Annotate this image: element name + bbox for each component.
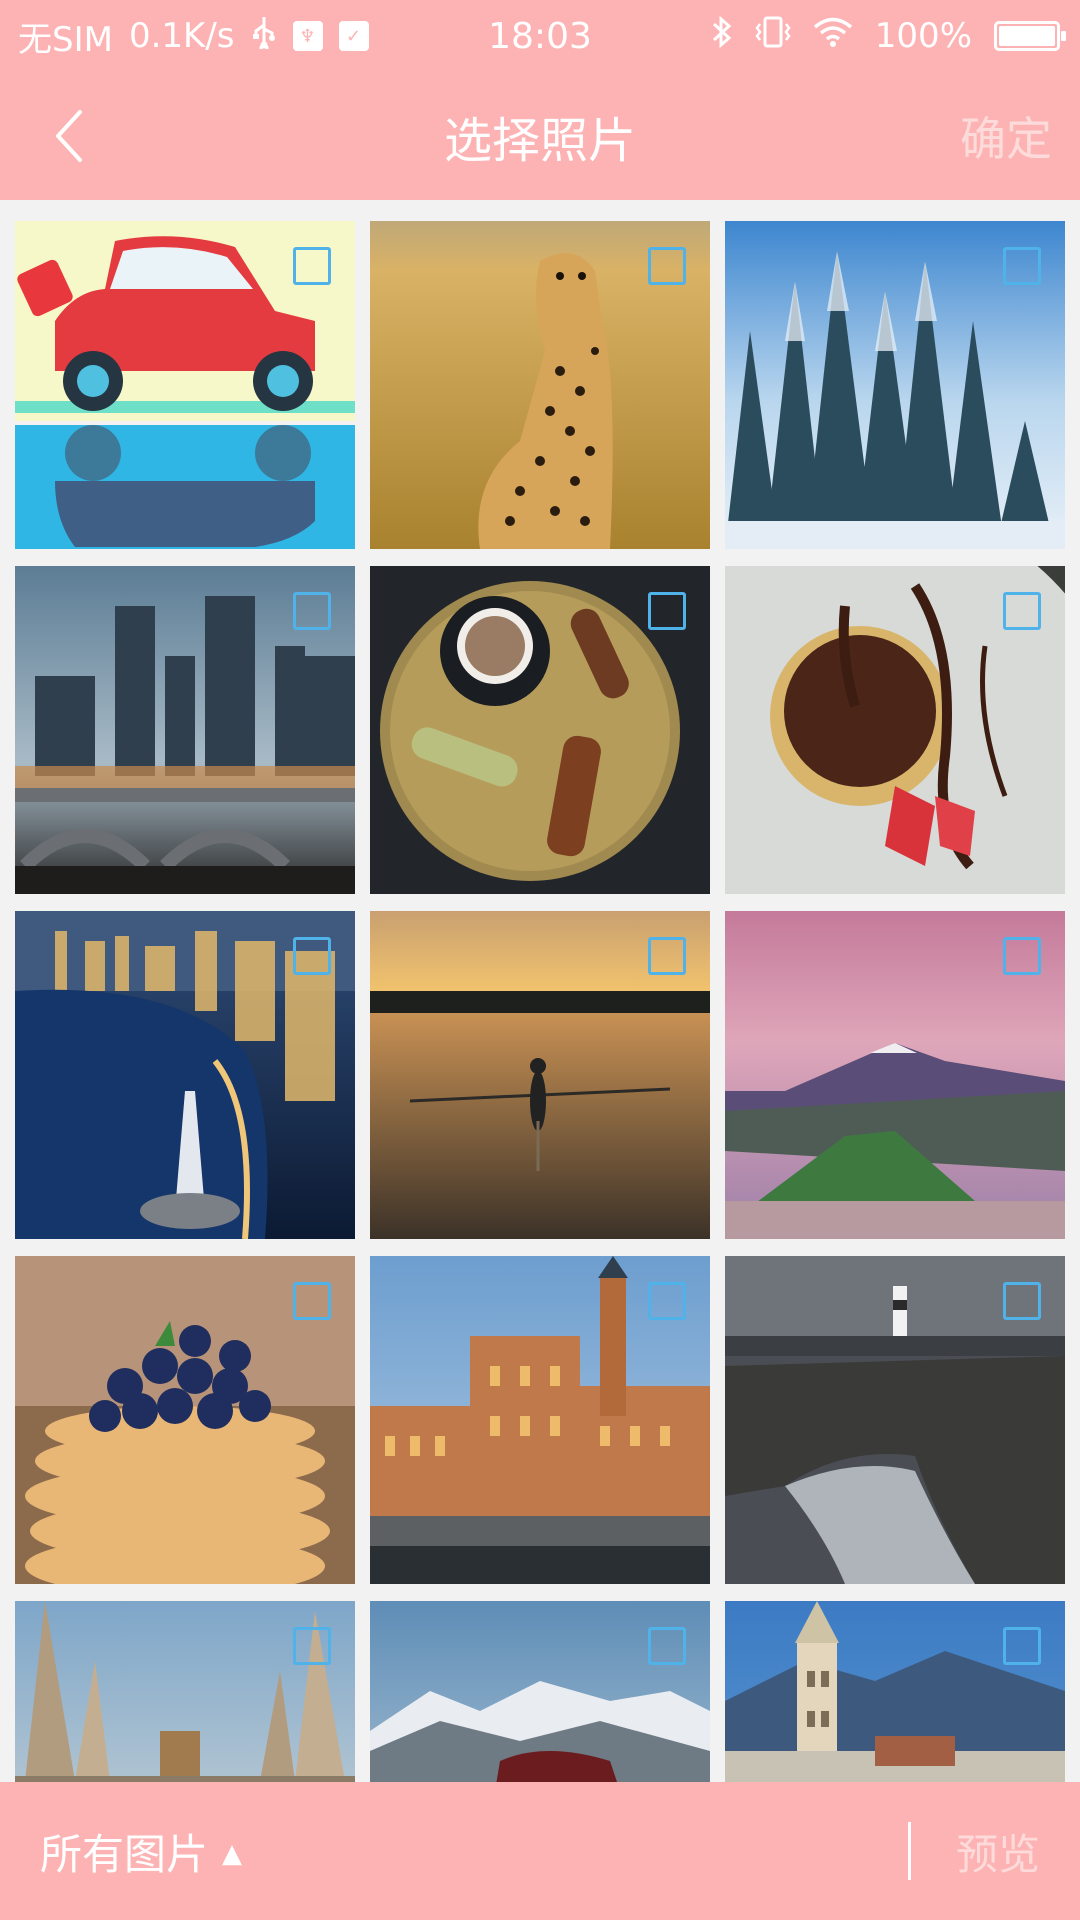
- photo-checkbox[interactable]: [648, 1282, 686, 1320]
- photo-checkbox[interactable]: [293, 247, 331, 285]
- album-label: 所有图片: [40, 1829, 209, 1879]
- photo-checkbox[interactable]: [1003, 1282, 1041, 1320]
- photo-tile-old-town[interactable]: [370, 1256, 710, 1584]
- photo-grid: [15, 221, 1065, 1782]
- usb-debug-icon: ♆: [292, 21, 323, 51]
- chevron-left-icon: [56, 110, 82, 162]
- photo-checkbox[interactable]: [1003, 937, 1041, 975]
- usb-icon: [251, 15, 277, 58]
- photo-tile-blueberry-pancakes[interactable]: [15, 1256, 355, 1584]
- confirm-button[interactable]: 确定: [960, 96, 1052, 176]
- photo-tile-volcano[interactable]: [725, 911, 1065, 1239]
- battery-percent: 100%: [874, 16, 972, 56]
- page-title: 选择照片: [443, 113, 636, 169]
- photo-checkbox[interactable]: [1003, 592, 1041, 630]
- photo-checkbox[interactable]: [1003, 247, 1041, 285]
- photo-checkbox[interactable]: [293, 592, 331, 630]
- network-speed: 0.1K/s: [128, 16, 235, 56]
- photo-tile-city-bridge[interactable]: [15, 566, 355, 894]
- status-left: 无SIM 0.1K/s ♆ ✓: [18, 0, 369, 72]
- divider: [908, 1822, 911, 1880]
- photo-tile-cheetah[interactable]: [370, 221, 710, 549]
- photo-checkbox[interactable]: [648, 247, 686, 285]
- photo-tile-monument[interactable]: [15, 1601, 355, 1782]
- photo-tile-snowy-forest[interactable]: [725, 221, 1065, 549]
- back-button[interactable]: [30, 96, 110, 176]
- photo-tile-lighthouse-coast[interactable]: [725, 1256, 1065, 1584]
- carrier-text: 无SIM: [18, 19, 113, 60]
- caret-up-icon: ▲: [222, 1839, 243, 1869]
- bottom-bar: 所有图片 ▲ 预览: [0, 1782, 1080, 1920]
- photo-tile-rowing-sunset[interactable]: [370, 911, 710, 1239]
- bluetooth-icon: [711, 14, 733, 59]
- photo-tile-bell-tower[interactable]: [725, 1601, 1065, 1782]
- preview-button[interactable]: 预览: [956, 1782, 1040, 1920]
- clock: 18:03: [488, 15, 592, 57]
- vibrate-icon: [755, 15, 791, 58]
- photo-tile-chocolate-tart[interactable]: [725, 566, 1065, 894]
- photo-checkbox[interactable]: [648, 1627, 686, 1665]
- title-bar: 选择照片 确定: [0, 72, 1080, 200]
- photo-tile-mountain-car[interactable]: [370, 1601, 710, 1782]
- photo-checkbox[interactable]: [293, 1282, 331, 1320]
- check-icon: ✓: [338, 21, 369, 51]
- status-right: 100%: [711, 0, 1066, 72]
- photo-tile-car[interactable]: [15, 221, 355, 549]
- photo-checkbox[interactable]: [1003, 1627, 1041, 1665]
- status-bar: 无SIM 0.1K/s ♆ ✓ 18:03 100%: [0, 0, 1080, 72]
- photo-tile-coffee-tray[interactable]: [370, 566, 710, 894]
- photo-checkbox[interactable]: [293, 937, 331, 975]
- battery-icon: [994, 21, 1066, 51]
- photo-checkbox[interactable]: [648, 592, 686, 630]
- photo-checkbox[interactable]: [648, 937, 686, 975]
- wifi-icon: [813, 16, 853, 57]
- photo-checkbox[interactable]: [293, 1627, 331, 1665]
- album-selector[interactable]: 所有图片 ▲: [40, 1782, 242, 1920]
- photo-tile-night-riverside[interactable]: [15, 911, 355, 1239]
